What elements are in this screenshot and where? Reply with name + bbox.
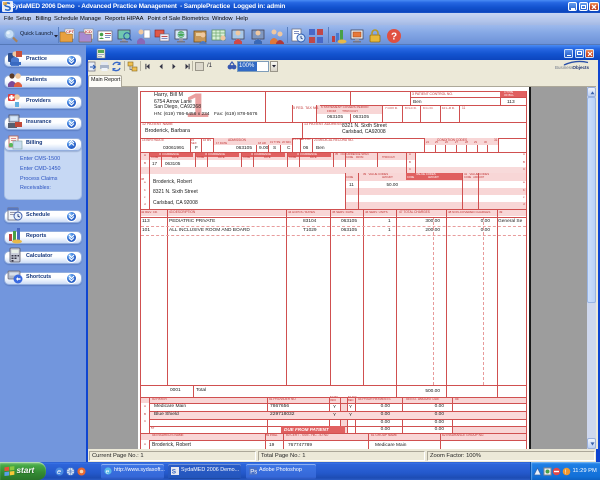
svg-text:Ps: Ps	[250, 469, 257, 475]
svg-text:Objects: Objects	[573, 65, 590, 70]
svg-text:S: S	[171, 468, 176, 475]
svg-text:ICD: ICD	[85, 29, 92, 34]
svg-text:e: e	[105, 468, 109, 475]
svg-text:e: e	[57, 467, 61, 476]
svg-text:CPT: CPT	[66, 29, 75, 34]
svg-text:?: ?	[391, 32, 397, 43]
svg-text:Business: Business	[555, 65, 574, 70]
